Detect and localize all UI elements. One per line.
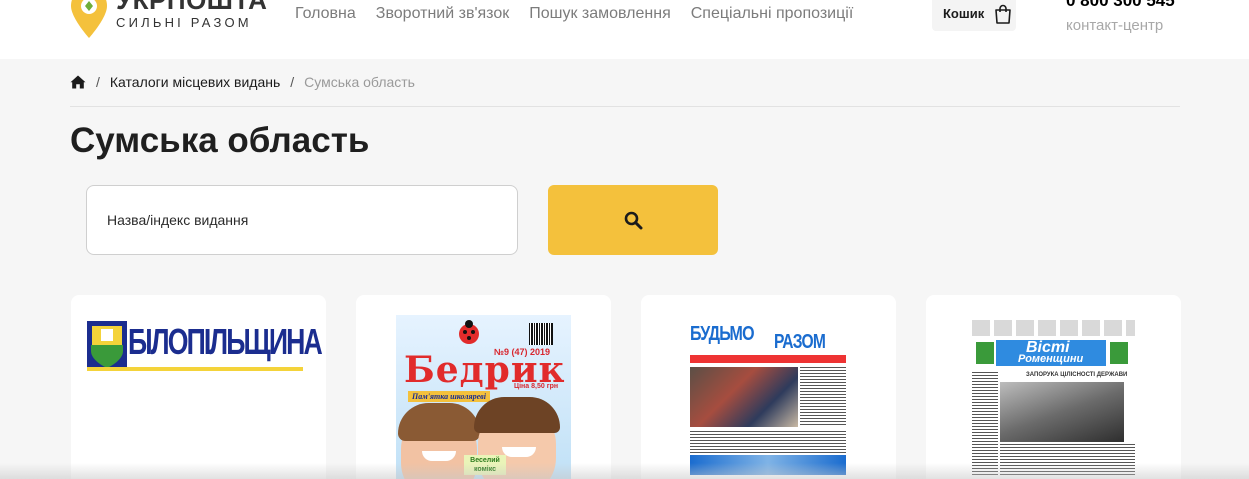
ukrposhta-logo[interactable]: УКРПОШТА СИЛЬНІ РАЗОМ <box>70 0 270 42</box>
breadcrumb-separator: / <box>290 74 295 90</box>
nav-home[interactable]: Головна <box>295 5 356 23</box>
top-logos-strip <box>972 320 1135 336</box>
search-button[interactable] <box>548 185 718 255</box>
publication-title-part1: БУДЬМО <box>690 323 755 345</box>
headline: ЗАПОРУКА ЦІЛІСНОСТІ ДЕРЖАВИ <box>1026 372 1128 378</box>
breadcrumb: / Каталоги місцевих видань / Сумська обл… <box>70 72 415 92</box>
coat-of-arms-icon <box>87 321 127 371</box>
tagline-banner: Пам'ятка школяреві <box>408 391 490 402</box>
home-icon[interactable] <box>70 75 86 89</box>
logo-subtitle: СИЛЬНІ РАЗОМ <box>116 15 252 30</box>
nav-special-offers[interactable]: Спеціальні пропозиції <box>691 5 854 23</box>
publication-title-part2: Роменщини <box>1018 353 1084 365</box>
news-photo <box>1000 382 1124 442</box>
publication-card[interactable]: Вісті Роменщини ЗАПОРУКА ЦІЛІСНОСТІ ДЕРЖ… <box>926 295 1181 479</box>
shopping-bag-icon <box>995 4 1012 24</box>
phone-number[interactable]: 0 800 300 545 <box>1066 0 1175 11</box>
news-text <box>1000 444 1135 475</box>
publication-cover: БУДЬМО РАЗОМ <box>690 323 846 475</box>
breadcrumb-catalogs[interactable]: Каталоги місцевих видань <box>110 74 280 90</box>
headline-strip <box>690 355 846 363</box>
main-nav: Головна Зворотний зв'язок Пошук замовлен… <box>295 5 853 23</box>
page-title: Сумська область <box>70 121 370 160</box>
publication-cover: Вісті Роменщини ЗАПОРУКА ЦІЛІСНОСТІ ДЕРЖ… <box>972 320 1135 475</box>
publication-card[interactable]: БІЛОПІЛЬЩИНА <box>71 295 326 479</box>
nav-feedback[interactable]: Зворотний зв'язок <box>376 5 509 23</box>
publication-cover: БІЛОПІЛЬЩИНА <box>87 321 323 371</box>
masthead-box: Вісті Роменщини <box>996 339 1106 366</box>
publication-title-part2: РАЗОМ <box>774 331 826 353</box>
contact-center-label: контакт-центр <box>1066 17 1164 34</box>
bottom-strip <box>690 455 846 475</box>
publication-cover: №9 (47) 2019 Бедрик Ціна 8,50 грн Пам'ят… <box>396 315 571 479</box>
news-text <box>972 372 998 475</box>
breadcrumb-separator: / <box>96 74 100 90</box>
nav-order-search[interactable]: Пошук замовлення <box>529 5 671 23</box>
publication-card[interactable]: БУДЬМО РАЗОМ <box>641 295 896 479</box>
search-icon <box>624 211 642 229</box>
barcode <box>529 323 553 345</box>
comic-badge: Веселий комікс <box>464 455 506 475</box>
price-label: Ціна 8,50 грн <box>514 383 559 390</box>
breadcrumb-current: Сумська область <box>304 74 415 90</box>
right-emblem <box>1110 342 1128 364</box>
search-input[interactable] <box>86 185 518 255</box>
cart-label: Кошик <box>943 6 985 21</box>
news-text <box>690 431 846 453</box>
cart-button[interactable]: Кошик <box>932 0 1016 31</box>
ladybug-icon <box>459 320 479 344</box>
publication-card[interactable]: №9 (47) 2019 Бедрик Ціна 8,50 грн Пам'ят… <box>356 295 611 479</box>
logo-pin-icon <box>71 0 107 38</box>
news-text <box>800 367 846 427</box>
news-photo <box>690 367 798 427</box>
site-header: УКРПОШТА СИЛЬНІ РАЗОМ Головна Зворотний … <box>0 0 1249 59</box>
left-emblem <box>976 342 994 364</box>
publication-title: БІЛОПІЛЬЩИНА <box>128 321 323 362</box>
publication-strip <box>87 367 303 371</box>
logo-title: УКРПОШТА <box>116 0 268 15</box>
divider <box>70 106 1180 107</box>
